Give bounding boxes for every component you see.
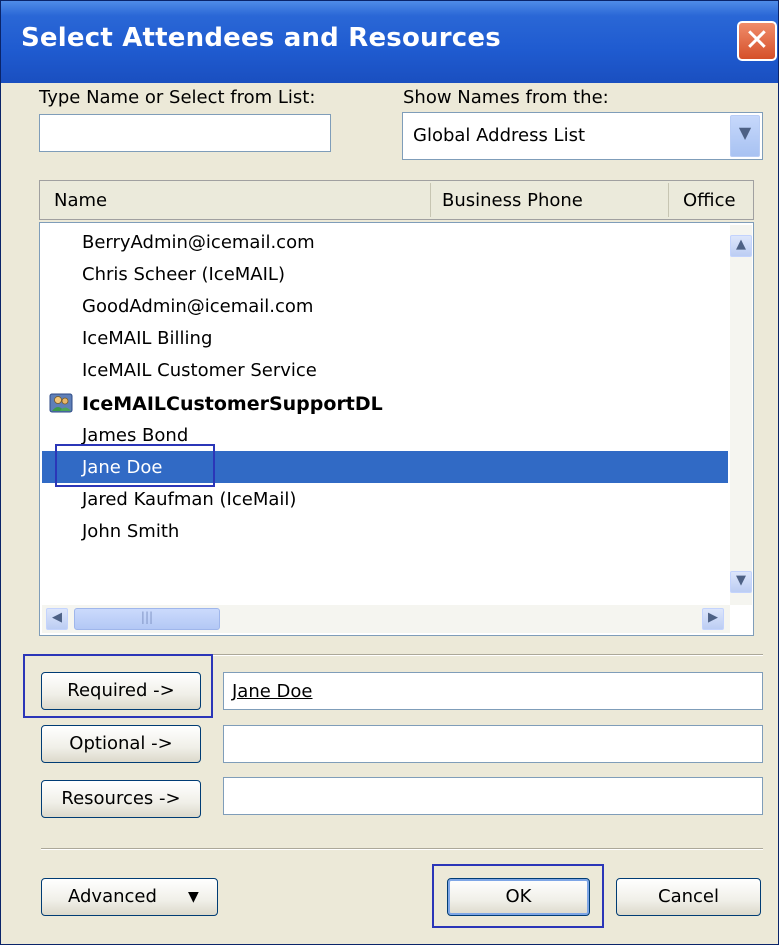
advanced-button[interactable]: Advanced ▼ <box>41 878 218 916</box>
highlight-box <box>23 654 213 718</box>
column-divider[interactable] <box>668 183 669 217</box>
list-item-name: Chris Scheer (IceMAIL) <box>82 264 285 285</box>
dialog-window: Select Attendees and Resources ✕ Type Na… <box>0 0 779 945</box>
cancel-button[interactable]: Cancel <box>616 878 761 916</box>
resources-field[interactable] <box>223 777 763 815</box>
list-item-name: IceMAIL Customer Service <box>82 360 317 381</box>
dialog-title: Select Attendees and Resources <box>21 23 501 53</box>
grip-icon: ||| <box>140 610 154 624</box>
address-book-label: Show Names from the: <box>403 87 609 108</box>
scroll-up-button[interactable]: ▲ <box>730 235 752 257</box>
optional-attendees-field[interactable] <box>223 725 763 763</box>
list-item[interactable]: John Smith <box>42 515 728 547</box>
names-list[interactable]: BerryAdmin@icemail.com Chris Scheer (Ice… <box>39 222 754 636</box>
scroll-left-button[interactable]: ◀ <box>46 608 68 630</box>
title-bar[interactable]: Select Attendees and Resources ✕ <box>1 1 778 83</box>
chevron-right-icon: ▶ <box>708 610 718 625</box>
scroll-down-button[interactable]: ▼ <box>730 571 752 593</box>
column-header-office[interactable]: Office <box>683 190 736 211</box>
column-header-name[interactable]: Name <box>54 190 107 211</box>
divider <box>41 848 763 850</box>
column-divider[interactable] <box>430 183 431 217</box>
list-item-name: IceMAIL Billing <box>82 328 213 349</box>
list-item[interactable]: Jared Kaufman (IceMail) <box>42 483 728 515</box>
list-item-name: BerryAdmin@icemail.com <box>82 232 315 253</box>
advanced-label: Advanced <box>68 886 157 907</box>
resources-button[interactable]: Resources -> <box>41 780 201 818</box>
list-header: Name Business Phone Office <box>39 180 754 220</box>
close-button[interactable]: ✕ <box>737 21 777 61</box>
scroll-thumb[interactable]: ||| <box>74 608 220 630</box>
list-item[interactable]: IceMAILCustomerSupportDL <box>42 387 728 419</box>
list-item-name: John Smith <box>82 521 180 542</box>
chevron-down-icon: ▼ <box>736 573 746 588</box>
address-book-value: Global Address List <box>413 125 586 146</box>
chevron-down-icon: ▼ <box>188 889 199 905</box>
horizontal-scrollbar[interactable]: ◀ ||| ▶ <box>42 605 730 633</box>
dropdown-arrow-button[interactable]: ▼ <box>730 115 760 157</box>
search-input[interactable] <box>39 114 331 152</box>
search-label: Type Name or Select from List: <box>39 87 316 108</box>
list-item[interactable]: GoodAdmin@icemail.com <box>42 290 728 322</box>
list-item[interactable]: IceMAIL Billing <box>42 322 728 354</box>
list-item-name: IceMAILCustomerSupportDL <box>82 393 383 415</box>
optional-button[interactable]: Optional -> <box>41 725 201 763</box>
chevron-up-icon: ▲ <box>736 237 746 252</box>
column-header-business-phone[interactable]: Business Phone <box>442 190 583 211</box>
list-item-name: James Bond <box>82 425 189 446</box>
highlight-box <box>432 864 604 928</box>
address-book-dropdown[interactable]: Global Address List ▼ <box>402 112 763 160</box>
required-attendees-field[interactable]: Jane Doe <box>223 672 763 710</box>
chevron-down-icon: ▼ <box>738 123 752 142</box>
scroll-right-button[interactable]: ▶ <box>702 608 724 630</box>
vertical-scrollbar[interactable]: ▲ ▼ <box>730 225 752 605</box>
list-item[interactable]: BerryAdmin@icemail.com <box>42 226 728 258</box>
highlight-box <box>55 444 215 487</box>
list-item-name: Jared Kaufman (IceMail) <box>82 489 297 510</box>
distribution-list-icon <box>49 393 73 413</box>
chevron-left-icon: ◀ <box>52 610 62 625</box>
close-icon: ✕ <box>744 23 770 58</box>
list-item[interactable]: IceMAIL Customer Service <box>42 354 728 386</box>
required-attendee-value: Jane Doe <box>232 681 313 702</box>
list-item-name: GoodAdmin@icemail.com <box>82 296 314 317</box>
list-item[interactable]: Chris Scheer (IceMAIL) <box>42 258 728 290</box>
